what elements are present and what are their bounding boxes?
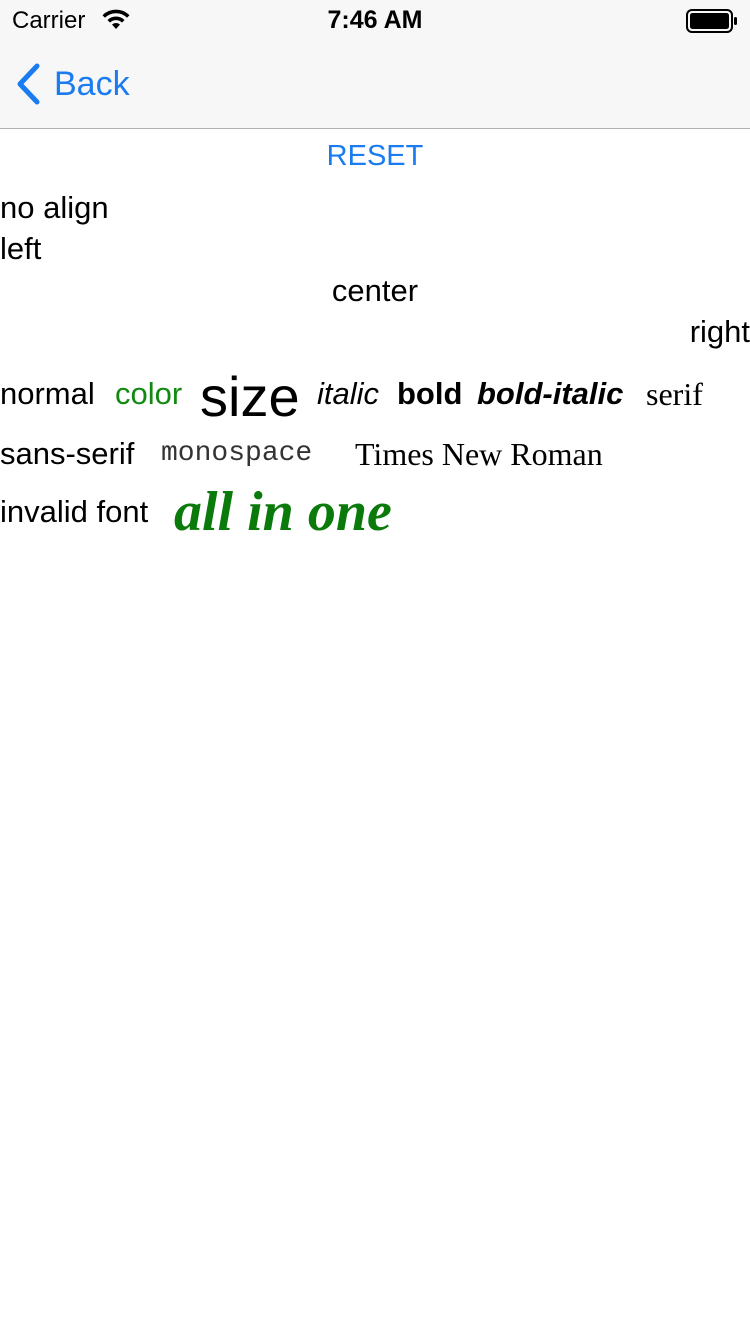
invalid-font-text: invalid font [0, 494, 149, 529]
navigation-bar: Back [0, 40, 750, 129]
bold-italic-text: bold-italic [477, 376, 624, 411]
no-align-text: no align [0, 190, 109, 225]
status-bar: Carrier 7:46 AM [0, 0, 750, 40]
back-button[interactable]: Back [14, 40, 130, 128]
styles-row: normal color size italic bold bold-itali… [0, 362, 750, 432]
color-text: color [115, 376, 183, 411]
size-text: size [200, 365, 300, 428]
sans-serif-text: sans-serif [0, 436, 135, 471]
center-align-text: center [331, 273, 419, 308]
all-in-one-text: all in one [174, 481, 392, 543]
italic-text: italic [317, 376, 380, 411]
back-label: Back [54, 64, 130, 103]
battery-icon [686, 9, 737, 33]
bold-text: bold [397, 376, 463, 411]
left-align-text: left [0, 231, 42, 266]
chevron-left-icon [17, 63, 40, 105]
normal-text: normal [0, 376, 95, 411]
right-align-text: right [689, 314, 750, 349]
times-new-roman-text: Times New Roman [355, 436, 603, 472]
status-time: 7:46 AM [327, 6, 423, 34]
reset-button[interactable]: RESET [0, 140, 750, 173]
serif-text: serif [646, 376, 703, 412]
monospace-text: monospace [161, 438, 313, 469]
combined-row: invalid font all in one [0, 481, 750, 543]
fonts-row: sans-serif monospace Times New Roman [0, 432, 750, 482]
